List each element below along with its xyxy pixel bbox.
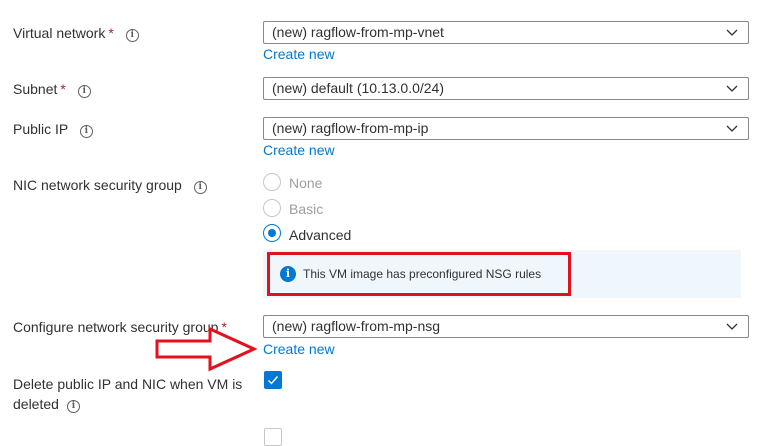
- public-ip-label: Public IP i: [13, 120, 93, 138]
- chevron-down-icon: [726, 323, 738, 330]
- virtual-network-select[interactable]: (new) ragflow-from-mp-vnet: [263, 21, 749, 44]
- radio-none-label: None: [289, 175, 323, 191]
- radio-basic[interactable]: [263, 199, 281, 217]
- radio-advanced[interactable]: [263, 224, 281, 242]
- info-icon[interactable]: i: [79, 125, 93, 138]
- configure-nsg-create-new-link[interactable]: Create new: [263, 340, 335, 358]
- info-icon[interactable]: i: [66, 400, 80, 413]
- public-ip-select[interactable]: (new) ragflow-from-mp-ip: [263, 117, 749, 140]
- delete-public-ip-label: Delete public IP and NIC when VM is dele…: [13, 376, 243, 413]
- required-mark: *: [60, 81, 66, 97]
- chevron-down-icon: [726, 29, 738, 36]
- required-mark: *: [108, 25, 114, 41]
- radio-basic-label: Basic: [289, 201, 324, 217]
- radio-advanced-label: Advanced: [289, 227, 352, 243]
- radio-none[interactable]: [263, 173, 281, 191]
- public-ip-create-new-link[interactable]: Create new: [263, 141, 335, 159]
- info-icon[interactable]: i: [193, 181, 207, 194]
- delete-public-ip-checkbox[interactable]: [264, 371, 282, 389]
- annotation-highlight-box: [267, 252, 571, 296]
- right-arrow-icon: [155, 326, 258, 372]
- checkmark-icon: [268, 376, 279, 385]
- virtual-network-create-new-link[interactable]: Create new: [263, 45, 335, 63]
- subnet-select[interactable]: (new) default (10.13.0.0/24): [263, 77, 749, 100]
- subnet-label: Subnet * i: [13, 80, 91, 98]
- chevron-down-icon: [726, 125, 738, 132]
- nic-nsg-label: NIC network security group i: [13, 176, 207, 194]
- virtual-network-label: Virtual network * i: [13, 24, 139, 42]
- next-row-checkbox[interactable]: [264, 428, 282, 446]
- info-icon[interactable]: i: [77, 85, 91, 98]
- info-icon[interactable]: i: [125, 29, 139, 42]
- configure-nsg-select[interactable]: (new) ragflow-from-mp-nsg: [263, 315, 749, 338]
- chevron-down-icon: [726, 85, 738, 92]
